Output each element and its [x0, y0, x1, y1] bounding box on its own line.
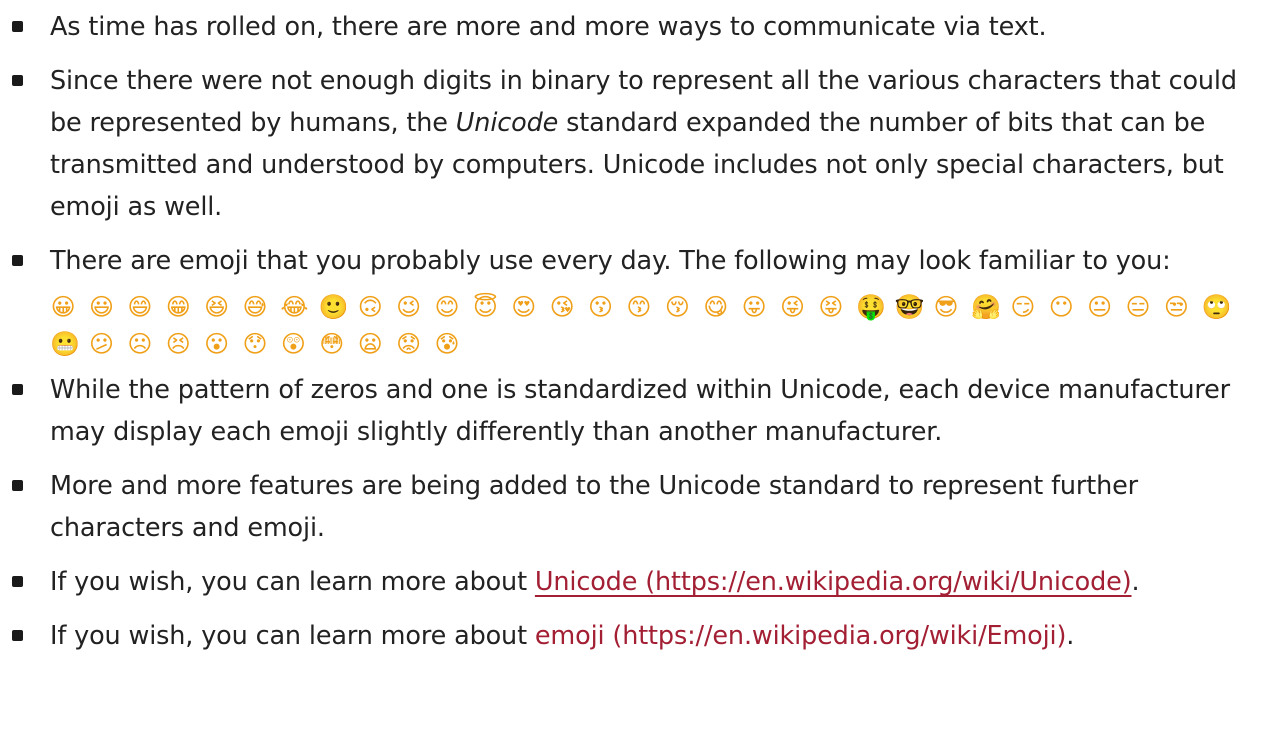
emoji-icon: 😍 [511, 293, 537, 321]
emoji-icon: 😟 [396, 330, 421, 358]
emoji-icon: 😳 [319, 330, 345, 358]
emoji-icon: 😰 [434, 330, 460, 358]
bullet-icon [12, 75, 23, 86]
emoji-icon: 🤓 [894, 293, 925, 321]
emoji-icon: 🤑 [856, 293, 886, 321]
item-text: While the pattern of zeros and one is st… [50, 375, 1230, 447]
emoji-icon: 😒 [1163, 293, 1189, 321]
emoji-icon: 😝 [818, 293, 844, 321]
emoji-icon: 😜 [779, 293, 805, 321]
bullet-icon [12, 630, 23, 641]
emoji-icon: ☹ [127, 330, 153, 358]
list-item: Since there were not enough digits in bi… [12, 60, 1260, 228]
bullet-icon [12, 384, 23, 395]
emoji-icon: 😚 [664, 293, 690, 321]
emoji-grid: 😀 😃 😄 😁 😆 😅 😂 🙂 🙃 😉 😊 😇 😍 😘 😗 😙 😚 😋 😛 😜 😝 🤑 🤓 😎 🤗 😏 😶 😐 😑 😒 🙄 😬 😕 ☹ 😣 😮 😯 😲 😳 😦… [50, 294, 1260, 357]
emoji-link[interactable]: emoji (https://en.wikipedia.org/wiki/Emo… [535, 621, 1067, 651]
emoji-icon: 😊 [434, 293, 460, 321]
item-text-post: . [1066, 621, 1075, 651]
emoji-icon: 😀 [50, 293, 76, 321]
emoji-icon: 😎 [933, 293, 959, 321]
emoji-icon: 🙃 [357, 293, 383, 321]
unicode-term: Unicode [455, 108, 559, 138]
emoji-icon: 😕 [88, 330, 114, 358]
item-text: There are emoji that you probably use ev… [50, 246, 1171, 276]
emoji-icon: 😦 [357, 330, 383, 358]
emoji-icon: 😐 [1087, 293, 1112, 321]
emoji-icon: 😉 [396, 293, 421, 321]
emoji-icon: 😄 [127, 293, 153, 321]
emoji-icon: 😁 [165, 293, 191, 321]
bullet-list: As time has rolled on, there are more an… [12, 6, 1260, 657]
unicode-link[interactable]: Unicode (https://en.wikipedia.org/wiki/U… [535, 567, 1132, 597]
emoji-icon: 😇 [472, 293, 498, 321]
item-text: As time has rolled on, there are more an… [50, 12, 1047, 42]
bullet-icon [12, 255, 23, 266]
emoji-icon: 😯 [242, 330, 268, 358]
list-item: If you wish, you can learn more about Un… [12, 561, 1260, 603]
bullet-icon [12, 576, 23, 587]
emoji-icon: 🙂 [318, 293, 349, 321]
emoji-icon: 😮 [204, 330, 229, 358]
emoji-icon: 😬 [50, 330, 80, 358]
list-item: More and more features are being added t… [12, 465, 1260, 549]
emoji-icon: 😛 [741, 293, 767, 321]
list-item: There are emoji that you probably use ev… [12, 240, 1260, 357]
item-text-pre: If you wish, you can learn more about [50, 621, 535, 651]
emoji-icon: 😣 [165, 330, 191, 358]
item-text-pre: If you wish, you can learn more about [50, 567, 535, 597]
emoji-icon: 😶 [1048, 293, 1074, 321]
emoji-icon: 😘 [549, 293, 575, 321]
list-item: If you wish, you can learn more about em… [12, 615, 1260, 657]
bullet-icon [12, 480, 23, 491]
list-item: While the pattern of zeros and one is st… [12, 369, 1260, 453]
emoji-icon: 😗 [588, 293, 613, 321]
emoji-icon: 😃 [88, 293, 114, 321]
emoji-icon: 😅 [242, 293, 268, 321]
emoji-icon: 🤗 [971, 293, 1002, 321]
bullet-icon [12, 21, 23, 32]
emoji-icon: 😙 [626, 293, 652, 321]
content: As time has rolled on, there are more an… [0, 0, 1260, 657]
emoji-icon: 😑 [1125, 293, 1151, 321]
emoji-icon: 😋 [703, 293, 729, 321]
emoji-icon: 😆 [204, 293, 229, 321]
emoji-icon: 😂 [280, 293, 309, 321]
emoji-icon: 😲 [280, 330, 306, 358]
item-text: More and more features are being added t… [50, 471, 1138, 543]
item-text-post: . [1131, 567, 1140, 597]
emoji-icon: 😏 [1010, 293, 1036, 321]
emoji-icon: 🙄 [1201, 293, 1232, 321]
list-item: As time has rolled on, there are more an… [12, 6, 1260, 48]
